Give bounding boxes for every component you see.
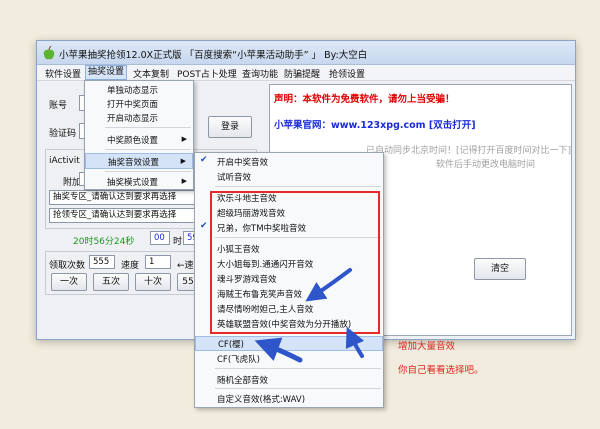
arrow-to-onepiece <box>305 268 352 302</box>
arrow-to-lol <box>345 326 365 358</box>
annotation-arrows <box>254 268 365 363</box>
arrow-to-cf <box>254 337 303 363</box>
note-more-sounds: 增加大量音效 <box>398 341 456 352</box>
note-choose-yourself: 你自己看看选择吧。 <box>398 365 484 376</box>
